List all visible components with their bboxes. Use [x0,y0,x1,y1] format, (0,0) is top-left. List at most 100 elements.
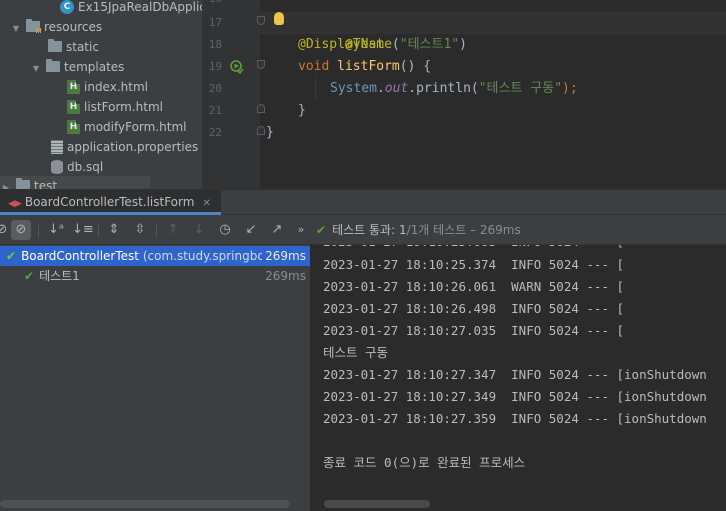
tree-item-test[interactable]: ▶ test [0,176,150,189]
code-token: .println( [408,81,479,96]
run-tabbar: ◀▶ BoardControllerTest.listForm ✕ [0,189,726,215]
line-number: 18 [208,38,222,51]
html-file-icon: H [67,99,80,114]
fold-icon[interactable] [257,126,265,135]
tree-item-label: templates [64,60,125,74]
import-tests-icon[interactable]: ↙ [241,220,261,240]
lightbulb-icon[interactable] [274,12,284,25]
check-icon: ✔ [316,223,327,237]
tree-item-application-properties[interactable]: application.properties [51,137,198,157]
more-icon[interactable]: » [291,220,311,240]
test-row-method[interactable]: ✔ 테스트1 269ms [0,266,310,286]
test-name: 테스트1 [39,269,80,283]
code-token: ( [391,37,400,52]
code-token: () { [399,59,432,74]
test-tree-hscrollbar[interactable] [0,500,290,508]
fold-icon[interactable] [257,60,265,69]
code-line-22: } [266,122,274,144]
sql-file-icon [51,159,63,174]
line-number: 20 [208,82,222,95]
console-line: 2023-01-27 18:10:27.349 INFO 5024 --- [i… [323,389,707,404]
indent-guide [315,78,316,100]
code-token: } [298,103,306,118]
check-icon: ✔ [6,249,17,263]
tree-item-label: db.sql [67,160,104,174]
chevron-right-icon[interactable]: ▶ [0,178,12,189]
tree-item-label: application.properties [67,140,199,154]
code-token: "테스트 구동" [478,81,563,96]
history-icon[interactable]: ◷ [215,220,235,240]
project-tree: C Ex15JpaRealDbApplic ▼ resources static ▼… [0,0,202,189]
test-duration: 269ms [265,269,306,283]
code-line-21: } [298,100,306,122]
console-output[interactable]: 2023-01-27 18:10:25.083 INFO 5024 --- [ … [311,245,726,511]
tab-run-config[interactable]: ◀▶ BoardControllerTest.listForm ✕ [0,190,221,215]
tree-item-templates[interactable]: ▼ templates [30,57,124,77]
stop-icon[interactable]: ⊘ [11,220,31,240]
code-token: void [298,59,330,74]
line-number: 21 [208,104,222,117]
tree-item-label: static [66,40,99,54]
tree-item-label: test [34,179,58,189]
tree-item-listform-html[interactable]: HlistForm.html [67,97,163,117]
code-token: "테스트1" [399,37,460,52]
check-icon: ✔ [24,269,35,283]
fold-icon[interactable] [257,16,265,25]
console-line: 2023-01-27 18:10:27.347 INFO 5024 --- [i… [323,367,707,382]
console-line: 2023-01-27 18:10:25.374 INFO 5024 --- [ [323,257,625,272]
toolbar-divider [156,223,157,237]
line-number: 16 [202,0,222,10]
html-file-icon: H [67,119,80,134]
toolbar-divider [98,223,99,237]
status-label: 테스트 통과: [332,223,396,237]
folder-icon [16,178,30,189]
status-detail: /1개 테스트 – 269ms [406,223,521,237]
tree-item-modifyform-html[interactable]: HmodifyForm.html [67,117,186,137]
folder-icon [48,39,62,52]
code-line-19: void listForm() { [298,56,431,78]
code-token: } [266,125,274,140]
tree-item-main-class[interactable]: C Ex15JpaRealDbApplic [60,0,202,17]
code-token: out [384,81,409,96]
sort-alpha-icon[interactable]: ↓ᵃ [46,220,66,240]
console-line: 2023-01-27 18:10:27.359 INFO 5024 --- [i… [323,411,707,426]
code-line-20: System.out.println("테스트 구동"); [330,78,578,100]
properties-file-icon [51,139,63,154]
code-editor[interactable]: 16 17 18 19 20 21 22 @Test @DisplayName(… [202,0,726,189]
code-token: listForm [337,59,400,74]
test-name: BoardControllerTest [21,249,139,263]
tab-label: BoardControllerTest.listForm [24,195,195,209]
toolbar-divider [38,223,39,237]
console-line: 테스트 구동 [323,345,389,360]
tree-item-resources[interactable]: ▼ resources [10,17,102,37]
run-test-gutter-icon[interactable] [230,60,244,74]
sort-duration-icon[interactable]: ↓≡ [72,220,94,240]
console-line: 2023-01-27 18:10:25.083 INFO 5024 --- [ [323,245,624,253]
code-token: @DisplayName [298,37,392,52]
console-line: 2023-01-27 18:10:27.035 INFO 5024 --- [ [323,323,625,338]
expand-all-icon[interactable]: ⇕ [104,220,124,240]
tree-item-db-sql[interactable]: db.sql [51,157,103,177]
line-number: 19 [208,60,222,73]
line-number: 22 [208,126,222,139]
fold-icon[interactable] [257,104,265,113]
collapse-all-icon[interactable]: ⇳ [130,220,150,240]
export-icon[interactable]: ↗ [267,220,287,240]
code-line-17: @Test [298,12,384,52]
run-toolbar: ⊘ ⊘ ↓ᵃ ↓≡ ⇕ ⇳ ↑ ↓ ◷ ↙ ↗ » ✔ 테스트 통과: 1/1개 … [0,215,726,245]
console-hscrollbar[interactable] [324,500,430,508]
code-line-18: @DisplayName("테스트1") [298,34,467,56]
html-file-icon: H [67,79,80,94]
test-row-class[interactable]: ✔ BoardControllerTest (com.study.springbo… [0,246,310,266]
tree-item-static[interactable]: static [48,37,99,57]
chevron-down-icon[interactable]: ▼ [10,19,22,39]
chevron-down-icon[interactable]: ▼ [30,59,42,79]
code-token: System [330,81,377,96]
tree-item-index-html[interactable]: Hindex.html [67,77,148,97]
close-icon[interactable]: ✕ [202,198,210,209]
code-token: ); [562,81,578,96]
tree-item-label: listForm.html [84,100,164,114]
prev-failed-icon[interactable]: ↑ [163,220,183,240]
next-failed-icon[interactable]: ↓ [189,220,209,240]
resources-folder-icon [26,19,41,33]
